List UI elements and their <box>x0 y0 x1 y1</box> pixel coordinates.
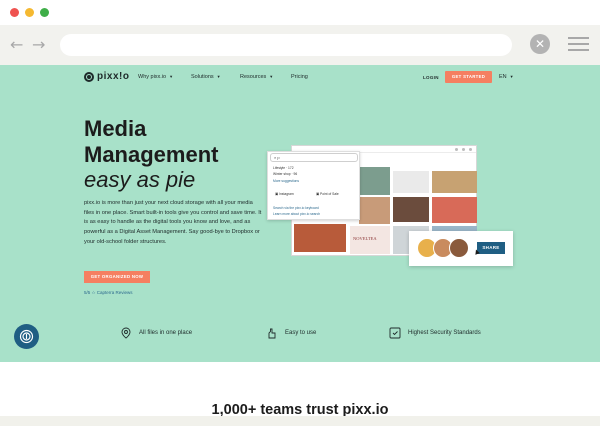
chevron-down-icon: ▼ <box>509 74 514 79</box>
search-icon: ⌕ <box>274 155 277 160</box>
bottom-strip <box>0 416 600 426</box>
mockup-dot <box>462 148 465 151</box>
forward-arrow-icon[interactable]: → <box>32 37 45 53</box>
search-value: p <box>277 155 280 160</box>
folder-icon: ▣ <box>275 192 279 196</box>
image-tile <box>432 197 477 223</box>
menu-icon[interactable] <box>568 37 589 55</box>
mockup-dot <box>469 148 472 151</box>
image-tile <box>432 171 477 193</box>
suggestion-count: 96 <box>293 172 298 176</box>
language-label: EN <box>499 74 507 80</box>
feature-label: Easy to use <box>285 330 317 336</box>
image-tile <box>359 197 390 224</box>
close-icon[interactable]: ✕ <box>530 34 550 54</box>
nav-item-why[interactable]: Why pixx.io ▼ <box>138 74 173 80</box>
share-card: SHARE <box>409 231 513 266</box>
suggestion-label: Lifestyle <box>273 166 286 170</box>
nav-label: Solutions <box>191 74 214 80</box>
nav-label: Resources <box>240 74 267 80</box>
hand-icon <box>268 328 276 339</box>
chevron-down-icon: ▼ <box>169 74 174 79</box>
chip-point-of-sale[interactable]: ▣ Point of Sale <box>316 192 339 196</box>
window-maximize-dot[interactable] <box>40 8 49 17</box>
chip-instagram[interactable]: ▣ Instagram <box>275 192 294 196</box>
hero-title-line: Media <box>84 116 147 141</box>
feature-security: Highest Security Standards <box>389 327 481 339</box>
feature-label: All files in one place <box>139 330 193 336</box>
login-link[interactable]: LOGIN <box>423 75 439 80</box>
image-tile <box>393 171 429 193</box>
browser-title-bar <box>0 0 600 25</box>
more-suggestions-link[interactable]: More suggestions <box>273 179 299 183</box>
keyboard-search-link[interactable]: Search via the pixx.io keyboard <box>273 206 319 210</box>
search-input[interactable]: ⌕ p <box>270 153 358 162</box>
image-tile <box>393 197 429 222</box>
feature-all-files: All files in one place <box>120 327 192 339</box>
logo-text: pixx!o <box>97 71 130 82</box>
avatar <box>449 238 469 258</box>
capterra-reviews-link[interactable]: 5/5 ☆ Capterra Reviews <box>84 290 133 296</box>
image-tile <box>294 224 346 252</box>
learn-search-link[interactable]: Learn more about pixx.io search <box>273 212 320 216</box>
window-minimize-dot[interactable] <box>25 8 34 17</box>
suggestion-label: Winter shop <box>273 172 291 176</box>
feature-easy-to-use: Easy to use <box>266 327 316 339</box>
location-pin-icon <box>121 327 131 339</box>
get-started-button[interactable]: GET STARTED <box>445 71 492 83</box>
tile-label: NOVELTEA <box>353 236 377 241</box>
chip-label: Point of Sale <box>320 192 339 196</box>
chevron-down-icon: ▼ <box>216 74 221 79</box>
window-close-dot[interactable] <box>10 8 19 17</box>
suggestion-count: 172 <box>288 166 294 170</box>
nav-item-resources[interactable]: Resources ▼ <box>240 74 273 80</box>
get-organized-button[interactable]: GET ORGANIZED NOW <box>84 271 150 283</box>
feature-label: Highest Security Standards <box>408 330 481 336</box>
mockup-dot <box>455 148 458 151</box>
folder-icon: ▣ <box>316 192 320 196</box>
fingerprint-icon[interactable] <box>14 324 39 349</box>
address-bar[interactable] <box>60 34 512 56</box>
search-suggestions-panel: ⌕ p Lifestyle · 172 Winter shop · 96 Mor… <box>267 151 360 220</box>
browser-toolbar: ← → <box>0 25 600 65</box>
shield-badge-icon <box>389 327 401 339</box>
logo[interactable]: pixx!o <box>84 71 129 82</box>
hero-subtitle: easy as pie <box>84 167 196 192</box>
hero-intro: pixx.io is more than just your next clou… <box>84 200 262 245</box>
suggestion-item[interactable]: Lifestyle · 172 <box>273 166 294 170</box>
chevron-down-icon: ▼ <box>269 74 274 79</box>
nav-label: Why pixx.io <box>138 74 167 80</box>
fingerprint-glyph <box>19 329 34 344</box>
nav-item-solutions[interactable]: Solutions ▼ <box>191 74 221 80</box>
language-selector[interactable]: EN ▼ <box>499 74 514 80</box>
image-tile <box>359 167 390 195</box>
back-arrow-icon[interactable]: ← <box>10 37 23 53</box>
logo-icon <box>84 71 94 82</box>
nav-item-pricing[interactable]: Pricing <box>291 74 308 80</box>
suggestion-item[interactable]: Winter shop · 96 <box>273 172 297 176</box>
chip-label: Instagram <box>279 192 294 196</box>
